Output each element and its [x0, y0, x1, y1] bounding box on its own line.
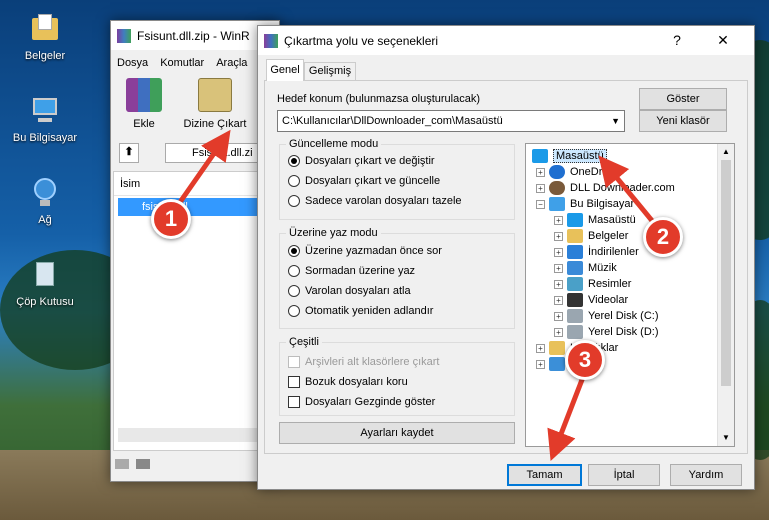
- arrow-2: [598, 155, 660, 230]
- tab-general[interactable]: Genel: [266, 59, 304, 81]
- step-badge-2: 2: [643, 217, 683, 257]
- step-badge-3: 3: [565, 340, 605, 380]
- arrow-1: [175, 129, 231, 207]
- arrow-3: [547, 371, 588, 461]
- step-badge-1: 1: [151, 199, 191, 239]
- tab-general-label: Genel: [270, 64, 300, 76]
- annotation-arrows: [175, 129, 660, 461]
